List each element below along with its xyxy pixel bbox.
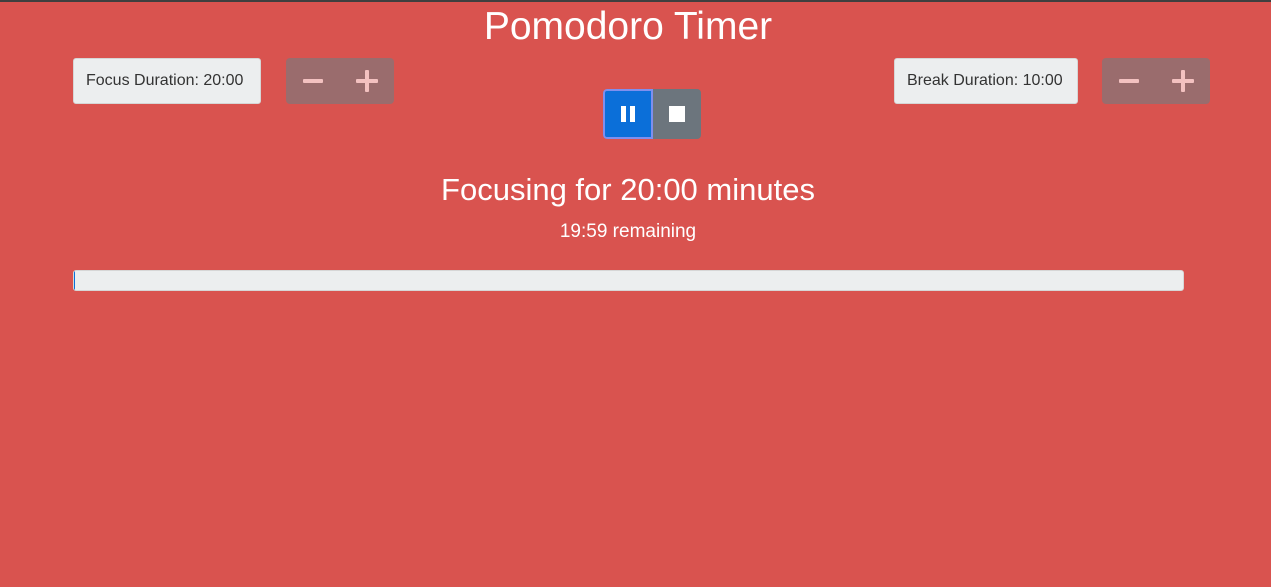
time-remaining: 19:59 remaining — [559, 221, 697, 242]
focus-increase-button[interactable] — [340, 58, 394, 104]
focus-duration-label: Focus Duration: 20:00 — [73, 58, 261, 104]
plus-icon — [356, 70, 378, 92]
status-heading: Focusing for 20:00 minutes — [441, 172, 815, 207]
focus-decrease-button[interactable] — [286, 58, 340, 104]
plus-icon — [1172, 70, 1194, 92]
break-decrease-button[interactable] — [1102, 58, 1156, 104]
break-adjust-group — [1102, 58, 1210, 104]
progress-bar — [73, 270, 1184, 291]
stop-button[interactable] — [653, 89, 701, 139]
break-increase-button[interactable] — [1156, 58, 1210, 104]
stop-icon — [669, 106, 685, 122]
minus-icon — [303, 79, 323, 83]
minus-icon — [1119, 79, 1139, 83]
page-title: Pomodoro Timer — [483, 5, 773, 48]
progress-fill — [74, 271, 76, 290]
timer-controls — [603, 89, 701, 139]
window-top-border — [0, 0, 1271, 2]
pause-button[interactable] — [603, 89, 653, 139]
focus-adjust-group — [286, 58, 394, 104]
pause-icon — [621, 106, 635, 122]
break-duration-label: Break Duration: 10:00 — [894, 58, 1078, 104]
